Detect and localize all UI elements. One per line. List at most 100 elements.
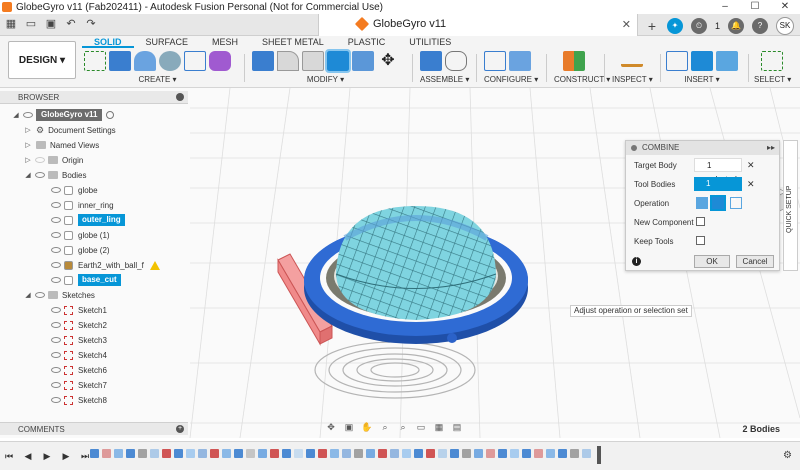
document-tab[interactable]: GlobeGyro v11 ✕ <box>318 14 638 36</box>
tree-item-body-warning[interactable]: Earth2_with_ball_f <box>48 258 160 272</box>
assemble-group-label[interactable]: ASSEMBLE ▾ <box>420 75 469 84</box>
visibility-eye-icon[interactable] <box>51 382 61 388</box>
viewports-icon[interactable]: ▤ <box>451 420 463 432</box>
new-tab-button[interactable]: + <box>645 19 659 33</box>
go-to-start-icon[interactable]: ⏮ <box>4 449 14 463</box>
visibility-eye-icon[interactable] <box>51 247 61 253</box>
timeline-feature-icon[interactable] <box>438 449 447 458</box>
clear-tool-bodies-button[interactable]: ✕ <box>747 179 755 190</box>
timeline-feature-icon[interactable] <box>462 449 471 458</box>
tree-item-sketch[interactable]: Sketch4 <box>48 348 107 362</box>
extensions-icon[interactable]: ✦ <box>666 18 683 34</box>
select-group-label[interactable]: SELECT ▾ <box>754 75 791 84</box>
save-icon[interactable]: ▣ <box>44 17 58 31</box>
timeline-feature-icon[interactable] <box>138 449 147 458</box>
scale-icon[interactable] <box>352 51 374 71</box>
target-body-selector[interactable]: 1 selected <box>694 158 742 184</box>
visibility-eye-icon[interactable] <box>51 262 61 268</box>
tree-item-body-selected[interactable]: outer_ling <box>48 213 125 227</box>
tab-surface[interactable]: SURFACE <box>134 37 201 48</box>
timeline-feature-icon[interactable] <box>186 449 195 458</box>
timeline-feature-icon[interactable] <box>114 449 123 458</box>
step-back-icon[interactable]: ◀ <box>23 449 33 463</box>
timeline-feature-icon[interactable] <box>390 449 399 458</box>
inspect-group-label[interactable]: INSPECT ▾ <box>612 75 653 84</box>
visibility-eye-icon[interactable] <box>51 187 61 193</box>
visibility-eye-icon[interactable] <box>51 217 61 223</box>
new-component-icon[interactable] <box>420 51 442 71</box>
timeline-feature-icon[interactable] <box>162 449 171 458</box>
cut-operation-icon[interactable] <box>710 195 726 211</box>
timeline-feature-icon[interactable] <box>306 449 315 458</box>
grid-settings-icon[interactable]: ▦ <box>433 420 445 432</box>
revolve-icon[interactable] <box>134 51 156 71</box>
timeline-feature-icon[interactable] <box>174 449 183 458</box>
close-window-button[interactable]: ✕ <box>770 0 800 14</box>
form-icon[interactable] <box>209 51 231 71</box>
clear-target-button[interactable]: ✕ <box>747 160 755 171</box>
tree-item-body[interactable]: inner_ring <box>48 198 114 212</box>
timeline-feature-icon[interactable] <box>402 449 411 458</box>
tree-item-bodies[interactable]: ◢ Bodies <box>24 168 86 182</box>
close-tab-button[interactable]: ✕ <box>622 18 631 31</box>
timeline-feature-icon[interactable] <box>210 449 219 458</box>
pattern-icon[interactable] <box>184 51 206 71</box>
go-to-end-icon[interactable]: ⏭ <box>80 449 90 463</box>
tree-item-body[interactable]: globe (2) <box>48 243 110 257</box>
display-settings-icon[interactable]: ▭ <box>415 420 427 432</box>
visibility-eye-icon[interactable] <box>51 307 61 313</box>
tree-item-named-views[interactable]: ▷ Named Views <box>24 138 99 152</box>
measure-icon[interactable] <box>621 55 643 67</box>
visibility-eye-icon[interactable] <box>51 352 61 358</box>
tree-root[interactable]: ◢ GlobeGyro v11 <box>12 108 115 122</box>
expand-dialog-icon[interactable]: ▸▸ <box>767 141 775 155</box>
workspace-switcher[interactable]: DESIGN ▾ <box>8 41 76 79</box>
timeline-feature-icon[interactable] <box>234 449 243 458</box>
tree-item-document-settings[interactable]: ▷ ⚙ Document Settings <box>24 123 115 137</box>
timeline-feature-icon[interactable] <box>546 449 555 458</box>
timeline-feature-icon[interactable] <box>510 449 519 458</box>
timeline-feature-icon[interactable] <box>150 449 159 458</box>
timeline-feature-icon[interactable] <box>246 449 255 458</box>
warning-icon[interactable] <box>149 260 160 270</box>
construct-group-label[interactable]: CONSTRUCT ▾ <box>554 75 610 84</box>
comments-header[interactable]: COMMENTS + <box>0 422 188 435</box>
keep-tools-checkbox[interactable] <box>696 236 705 245</box>
timeline-feature-icon[interactable] <box>486 449 495 458</box>
press-pull-icon[interactable] <box>252 51 274 71</box>
visibility-eye-icon[interactable] <box>51 337 61 343</box>
timeline-settings-icon[interactable]: ⚙ <box>783 450 792 461</box>
insert-mesh-icon[interactable] <box>691 51 713 71</box>
collapse-browser-icon[interactable] <box>176 93 184 101</box>
notifications-icon[interactable]: 🔔 <box>728 18 744 34</box>
visibility-eye-icon[interactable] <box>51 277 61 283</box>
joint-icon[interactable] <box>445 51 467 71</box>
tree-item-sketch[interactable]: Sketch2 <box>48 318 107 332</box>
timeline-feature-icon[interactable] <box>222 449 231 458</box>
job-status-icon[interactable]: ⏲ <box>690 18 707 34</box>
timeline-feature-icon[interactable] <box>198 449 207 458</box>
minimize-button[interactable]: – <box>710 0 740 14</box>
extrude-icon[interactable] <box>109 51 131 71</box>
timeline-feature-icon[interactable] <box>354 449 363 458</box>
tree-item-body-selected[interactable]: base_cut <box>48 273 121 287</box>
configure-rule-icon[interactable] <box>509 51 531 71</box>
join-operation-icon[interactable] <box>696 197 708 209</box>
timeline-feature-icon[interactable] <box>450 449 459 458</box>
timeline-feature-icon[interactable] <box>378 449 387 458</box>
activate-radio-icon[interactable] <box>106 111 115 119</box>
timeline-feature-icon[interactable] <box>270 449 279 458</box>
tab-sheet-metal[interactable]: SHEET METAL <box>250 37 336 48</box>
timeline-feature-icon[interactable] <box>258 449 267 458</box>
redo-icon[interactable]: ↷ <box>84 17 98 31</box>
quick-setup-tab[interactable]: QUICK SETUP <box>783 140 798 271</box>
modify-group-label[interactable]: MODIFY ▾ <box>252 75 399 84</box>
tree-item-body[interactable]: globe (1) <box>48 228 110 242</box>
timeline-feature-icon[interactable] <box>126 449 135 458</box>
zoom-icon[interactable]: ⌕ <box>379 420 391 432</box>
undo-icon[interactable]: ↶ <box>64 17 78 31</box>
orbit-icon[interactable]: ✥ <box>325 420 337 432</box>
visibility-eye-icon[interactable] <box>35 292 45 298</box>
offset-plane-icon[interactable] <box>563 51 585 71</box>
tab-mesh[interactable]: MESH <box>200 37 250 48</box>
